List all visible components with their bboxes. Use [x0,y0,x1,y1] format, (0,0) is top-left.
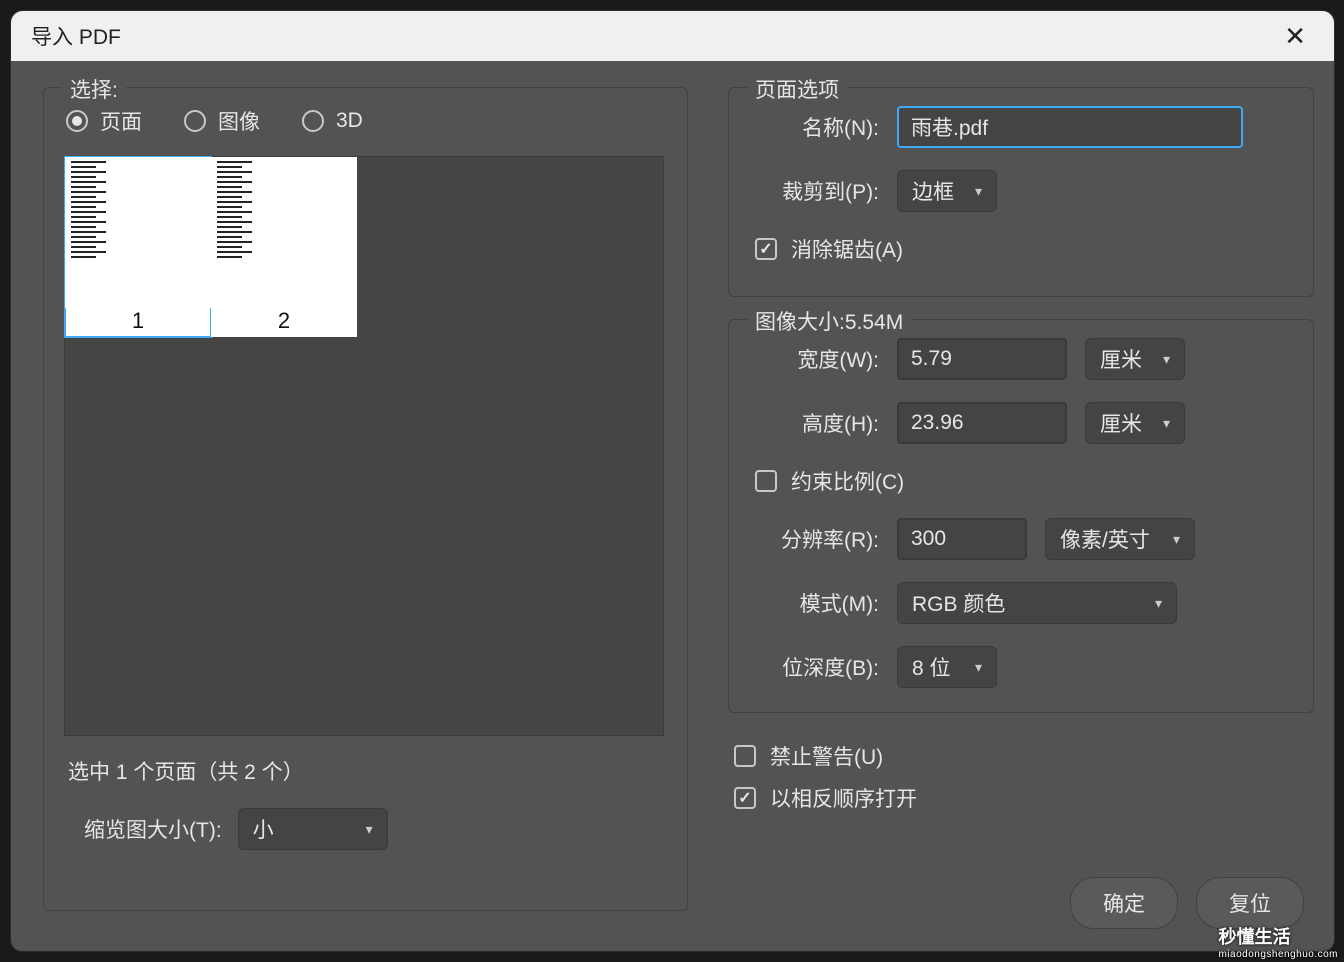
antialias-label: 消除锯齿(A) [791,234,903,264]
radio-icon [302,110,324,132]
depth-select[interactable]: 8 位 ▾ [897,646,997,688]
mode-value: RGB 颜色 [912,588,1005,618]
watermark-url: miaodongshenghuo.com [1218,949,1338,960]
thumbnail-number: 1 [65,308,211,337]
name-row: 名称(N): [749,106,1293,148]
radio-icon [66,110,88,132]
image-size-fieldset: 图像大小:5.54M 宽度(W): 厘米 ▾ 高度(H): 厘米 ▾ [728,319,1314,713]
depth-row: 位深度(B): 8 位 ▾ [749,646,1293,688]
ok-button[interactable]: 确定 [1070,877,1178,929]
thumbnail-size-row: 缩览图大小(T): 小 ▾ [64,808,667,850]
suppress-warnings-label: 禁止警告(U) [770,741,883,771]
depth-label: 位深度(B): [749,652,879,682]
height-unit-select[interactable]: 厘米 ▾ [1085,402,1185,444]
titlebar: 导入 PDF ✕ [11,11,1334,61]
height-label: 高度(H): [749,408,879,438]
thumbnail-size-value: 小 [253,814,274,844]
height-row: 高度(H): 厘米 ▾ [749,402,1293,444]
width-input[interactable] [897,338,1067,380]
thumbnail-page-1[interactable]: 1 [65,157,211,337]
radio-image-label: 图像 [218,106,260,136]
chevron-down-icon: ▾ [1155,595,1162,612]
checkbox-icon [734,745,756,767]
selection-status: 选中 1 个页面（共 2 个） [64,756,667,786]
radio-image[interactable]: 图像 [184,106,260,136]
constrain-checkbox-row[interactable]: 约束比例(C) [749,466,1293,496]
right-column: 页面选项 名称(N): 裁剪到(P): 边框 ▾ 消除锯齿(A) [688,87,1314,933]
page-options-legend: 页面选项 [747,74,847,104]
resolution-label: 分辨率(R): [749,524,879,554]
select-fieldset: 选择: 页面 图像 3D [43,87,688,911]
radio-page[interactable]: 页面 [66,106,142,136]
left-column: 选择: 页面 图像 3D [43,87,688,933]
resolution-input[interactable] [897,518,1027,560]
resolution-row: 分辨率(R): 像素/英寸 ▾ [749,518,1293,560]
depth-value: 8 位 [912,652,951,682]
radio-3d[interactable]: 3D [302,106,363,136]
thumbnail-page-2[interactable]: 2 [211,157,357,337]
crop-label: 裁剪到(P): [749,176,879,206]
width-row: 宽度(W): 厘米 ▾ [749,338,1293,380]
close-icon[interactable]: ✕ [1276,17,1314,56]
radio-page-label: 页面 [100,106,142,136]
checkbox-icon [755,238,777,260]
radio-icon [184,110,206,132]
width-unit-value: 厘米 [1100,344,1142,374]
crop-value: 边框 [912,176,954,206]
thumbnail-size-select[interactable]: 小 ▾ [238,808,388,850]
chevron-down-icon: ▾ [975,183,982,200]
reverse-order-label: 以相反顺序打开 [770,783,917,813]
import-type-radios: 页面 图像 3D [64,106,667,136]
dialog-body: 选择: 页面 图像 3D [11,61,1334,951]
thumbnail-preview [65,157,211,308]
width-label: 宽度(W): [749,344,879,374]
checkbox-icon [734,787,756,809]
import-pdf-dialog: 导入 PDF ✕ 选择: 页面 图像 3D [10,10,1335,952]
chevron-down-icon: ▾ [1163,351,1170,368]
radio-3d-label: 3D [336,109,363,133]
chevron-down-icon: ▾ [975,659,982,676]
watermark-text: 秒懂生活 [1218,927,1290,947]
crop-row: 裁剪到(P): 边框 ▾ [749,170,1293,212]
crop-select[interactable]: 边框 ▾ [897,170,997,212]
name-label: 名称(N): [749,112,879,142]
mode-row: 模式(M): RGB 颜色 ▾ [749,582,1293,624]
select-legend: 选择: [62,74,126,104]
mode-label: 模式(M): [749,588,879,618]
name-input[interactable] [897,106,1243,148]
mode-select[interactable]: RGB 颜色 ▾ [897,582,1177,624]
chevron-down-icon: ▾ [1163,415,1170,432]
resolution-unit-select[interactable]: 像素/英寸 ▾ [1045,518,1195,560]
constrain-label: 约束比例(C) [791,466,904,496]
width-unit-select[interactable]: 厘米 ▾ [1085,338,1185,380]
reverse-order-checkbox-row[interactable]: 以相反顺序打开 [728,783,1314,813]
chevron-down-icon: ▾ [1173,531,1180,548]
watermark: 秒懂生活 miaodongshenghuo.com [1218,923,1338,960]
thumbnail-preview [211,157,357,308]
checkbox-icon [755,470,777,492]
height-input[interactable] [897,402,1067,444]
height-unit-value: 厘米 [1100,408,1142,438]
antialias-checkbox-row[interactable]: 消除锯齿(A) [749,234,1293,264]
thumbnail-size-label: 缩览图大小(T): [84,814,222,844]
resolution-unit-value: 像素/英寸 [1060,524,1150,554]
reset-button[interactable]: 复位 [1196,877,1304,929]
thumbnail-number: 2 [211,308,357,337]
dialog-title: 导入 PDF [31,21,121,51]
suppress-warnings-checkbox-row[interactable]: 禁止警告(U) [728,741,1314,771]
page-options-fieldset: 页面选项 名称(N): 裁剪到(P): 边框 ▾ 消除锯齿(A) [728,87,1314,297]
image-size-legend: 图像大小:5.54M [747,306,911,336]
thumbnail-area[interactable]: 1 2 [64,156,664,736]
chevron-down-icon: ▾ [366,821,373,838]
